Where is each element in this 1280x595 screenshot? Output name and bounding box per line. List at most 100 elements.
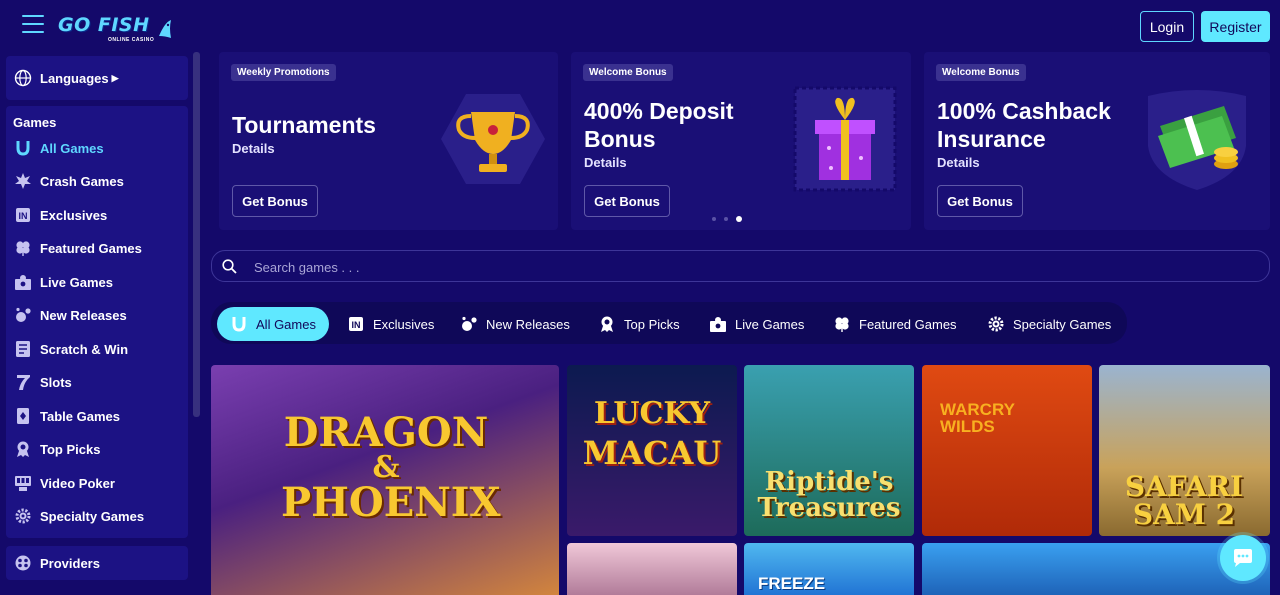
cash-stack-icon	[1148, 90, 1246, 190]
promo-details-link[interactable]: Details	[232, 141, 275, 156]
sidebar-item-table-games[interactable]: Table Games	[14, 406, 120, 426]
game-tile-rainbow[interactable]	[922, 543, 1270, 595]
gift-box-icon	[793, 86, 897, 192]
promo-title-line-2: Insurance	[937, 126, 1046, 152]
promo-details-link[interactable]: Details	[937, 155, 980, 170]
game-title: LUCKY MACAU	[577, 399, 727, 472]
svg-text:IN: IN	[352, 320, 361, 330]
sidebar-item-label: New Releases	[40, 307, 127, 323]
seven-icon	[17, 375, 30, 390]
game-tile-freeze[interactable]: FREEZE	[744, 543, 914, 595]
tab-label: Exclusives	[373, 316, 435, 332]
promo-tag: Weekly Promotions	[231, 64, 336, 81]
promo-card-deposit-bonus[interactable]: Welcome Bonus 400% Deposit Bonus Details…	[571, 52, 911, 230]
game-title: WARCRY WILDS	[940, 401, 1020, 435]
promo-tag: Welcome Bonus	[583, 64, 673, 81]
game-tile-safari-sam[interactable]: SAFARI SAM 2	[1099, 365, 1270, 536]
sidebar-item-label: Scratch & Win	[40, 341, 129, 357]
chat-button[interactable]	[1220, 535, 1266, 581]
sidebar-item-scratch-win[interactable]: Scratch & Win	[14, 339, 128, 359]
menu-icon[interactable]	[22, 15, 44, 33]
carousel-dot[interactable]	[712, 217, 716, 221]
languages-item[interactable]: Languages ▶	[14, 68, 119, 88]
sidebar-item-label: Live Games	[40, 274, 113, 290]
game-title-line: WARCRY	[940, 400, 1015, 419]
search-bar[interactable]	[211, 250, 1270, 282]
clover-icon	[835, 317, 849, 332]
search-input[interactable]	[254, 257, 1154, 277]
sidebar-item-all-games[interactable]: All Games	[14, 138, 104, 158]
tab-label: Live Games	[735, 316, 805, 332]
sidebar-item-label: Providers	[40, 555, 100, 571]
game-title-line: Treasures	[757, 493, 901, 523]
tab-label: Featured Games	[859, 316, 957, 332]
gear-icon	[15, 508, 31, 524]
scratch-card-icon	[16, 341, 30, 357]
game-tile-warcry-wilds[interactable]: WARCRY WILDS	[922, 365, 1092, 536]
carousel-dot[interactable]	[724, 217, 728, 221]
get-bonus-button[interactable]: Get Bonus	[937, 185, 1023, 217]
tab-top-picks[interactable]: Top Picks	[590, 307, 688, 341]
promo-title-line-1: 400% Deposit	[584, 98, 734, 124]
sidebar-item-specialty-games[interactable]: Specialty Games	[14, 506, 144, 526]
get-bonus-button[interactable]: Get Bonus	[584, 185, 670, 217]
exclusive-badge-icon: IN	[16, 208, 30, 222]
top-header: GO FISH ONLINE CASINO Login Register	[0, 0, 1280, 52]
game-title-line: WILDS	[940, 417, 995, 436]
carousel-dot-active[interactable]	[736, 216, 742, 222]
sidebar-item-live-games[interactable]: Live Games	[14, 272, 113, 292]
sidebar-item-label: Video Poker	[40, 475, 115, 491]
sidebar-item-providers[interactable]: Providers	[14, 553, 100, 573]
tab-all-games[interactable]: All Games	[217, 307, 329, 341]
sidebar-item-crash-games[interactable]: Crash Games	[14, 171, 124, 191]
game-title-line: PHOENIX	[281, 479, 501, 526]
promo-card-tournaments[interactable]: Weekly Promotions Tournaments Details Ge…	[219, 52, 558, 230]
sidebar-item-top-picks[interactable]: Top Picks	[14, 439, 100, 459]
game-tile-dragon-phoenix[interactable]: DRAGON & PHOENIX	[211, 365, 559, 595]
exclusive-badge-icon: IN	[349, 317, 363, 331]
dealer-icon	[15, 275, 31, 290]
game-title-line: MACAU	[582, 434, 722, 472]
register-button[interactable]: Register	[1201, 11, 1270, 42]
svg-text:IN: IN	[19, 211, 28, 221]
sidebar-item-label: Exclusives	[40, 207, 108, 223]
explosion-icon	[15, 173, 31, 189]
tab-exclusives[interactable]: IN Exclusives	[339, 307, 442, 341]
sidebar-item-slots[interactable]: Slots	[14, 372, 72, 392]
sidebar-item-label: Specialty Games	[40, 508, 145, 524]
sidebar-item-exclusives[interactable]: IN Exclusives	[14, 205, 107, 225]
game-title: DRAGON & PHOENIX	[281, 413, 501, 526]
sidebar-item-label: Crash Games	[40, 173, 124, 189]
promo-details-link[interactable]: Details	[584, 155, 627, 170]
clover-icon	[16, 241, 30, 256]
game-title-line: Riptide's	[764, 467, 894, 497]
promo-title: Tournaments	[232, 112, 376, 138]
promo-title: 100% Cashback Insurance	[937, 97, 1111, 153]
game-title: SAFARI SAM 2	[1105, 473, 1263, 529]
fish-icon	[159, 20, 171, 38]
tab-new-releases[interactable]: New Releases	[452, 307, 578, 341]
game-tile-blossom[interactable]	[567, 543, 737, 595]
login-button[interactable]: Login	[1140, 11, 1194, 42]
get-bonus-button[interactable]: Get Bonus	[232, 185, 318, 217]
sidebar-item-new-releases[interactable]: New Releases	[14, 305, 127, 325]
languages-label: Languages	[40, 70, 109, 86]
tab-label: Top Picks	[624, 316, 680, 332]
logo-subtext: ONLINE CASINO	[108, 37, 155, 43]
logo[interactable]: GO FISH ONLINE CASINO	[58, 8, 176, 46]
tab-featured-games[interactable]: Featured Games	[825, 307, 965, 341]
sidebar-item-video-poker[interactable]: Video Poker	[14, 473, 115, 493]
medal-icon	[17, 441, 29, 457]
sidebar-scrollbar[interactable]	[193, 52, 200, 417]
carousel-dots	[712, 216, 742, 222]
tab-specialty-games[interactable]: Specialty Games	[979, 307, 1119, 341]
sidebar-item-label: Slots	[40, 374, 72, 390]
game-tile-riptides-treasures[interactable]: Riptide's Treasures	[744, 365, 914, 536]
sidebar-item-featured-games[interactable]: Featured Games	[14, 238, 142, 258]
game-tile-lucky-macau[interactable]: LUCKY MACAU	[567, 365, 737, 536]
sidebar-item-label: All Games	[40, 140, 104, 156]
promo-card-cashback[interactable]: Welcome Bonus 100% Cashback Insurance De…	[924, 52, 1270, 230]
tab-live-games[interactable]: Live Games	[701, 307, 812, 341]
logo-text: GO FISH	[58, 14, 150, 36]
sidebar-item-label: Top Picks	[40, 441, 101, 457]
